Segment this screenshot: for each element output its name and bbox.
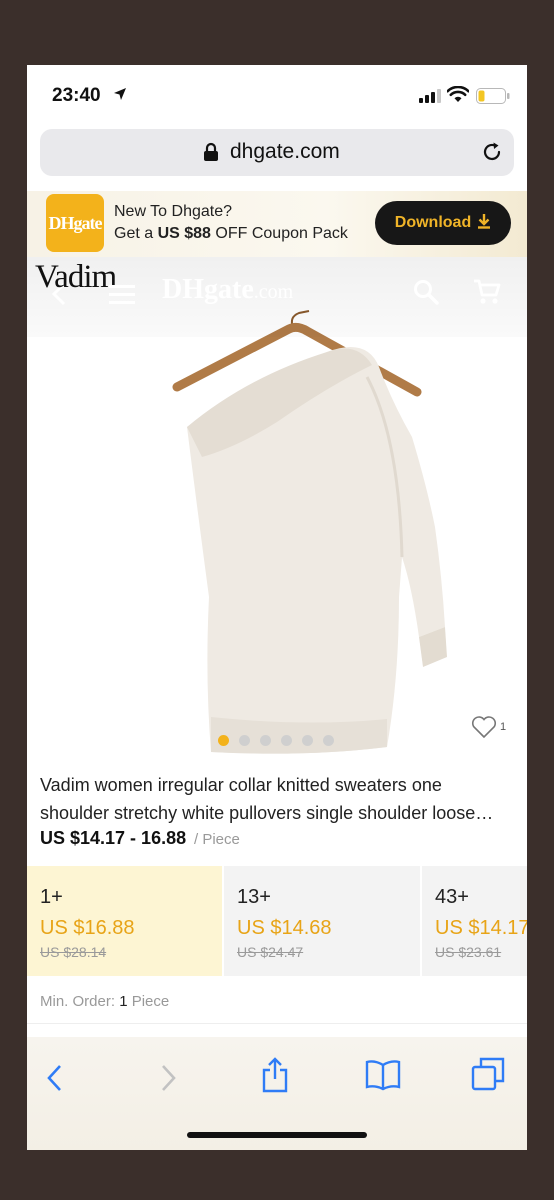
tier-original-price: US $24.47 bbox=[237, 944, 304, 960]
offer-suffix: OFF Coupon Pack bbox=[210, 225, 348, 242]
quantity-price-tiers: 1+ US $16.88 US $28.14 13+ US $14.68 US … bbox=[27, 866, 527, 976]
tier-quantity: 1+ bbox=[40, 886, 63, 908]
search-icon[interactable] bbox=[413, 279, 439, 310]
product-title: Vadim women irregular collar knitted swe… bbox=[40, 771, 520, 827]
offer-amount: US $88 bbox=[157, 225, 211, 242]
pagination-dot[interactable] bbox=[302, 735, 313, 746]
cart-icon[interactable] bbox=[473, 279, 501, 310]
dhgate-site-logo[interactable]: DHgate.com bbox=[162, 274, 293, 306]
browser-back-icon[interactable] bbox=[45, 1063, 65, 1098]
browser-forward-icon[interactable] bbox=[158, 1063, 178, 1098]
logo-suffix: .com bbox=[253, 281, 294, 303]
reload-icon[interactable] bbox=[481, 141, 503, 168]
min-order-label: Min. Order: bbox=[40, 993, 116, 1010]
tier-original-price: US $23.61 bbox=[435, 944, 502, 960]
favorite-count: 1 bbox=[500, 721, 507, 733]
logo-text: DHgate bbox=[48, 212, 103, 233]
app-download-banner: DHgate New To Dhgate? Get a US $88 OFF C… bbox=[27, 191, 527, 257]
tier-price: US $14.17 bbox=[435, 917, 527, 939]
price-tier[interactable]: 1+ US $16.88 US $28.14 bbox=[27, 866, 222, 976]
address-bar[interactable]: dhgate.com bbox=[40, 129, 514, 176]
tabs-icon[interactable] bbox=[471, 1057, 505, 1096]
pagination-dot[interactable] bbox=[323, 735, 334, 746]
min-order-unit: Piece bbox=[131, 993, 170, 1010]
product-image-gallery[interactable]: Vadim DHgate.com bbox=[27, 257, 527, 757]
divider bbox=[27, 1023, 527, 1024]
tier-original-price: US $28.14 bbox=[40, 944, 107, 960]
download-button[interactable]: Download bbox=[375, 201, 511, 245]
phone-screen: 23:40 dhgate.com DHgate New To Dhgate? G… bbox=[27, 65, 527, 1150]
offer-prefix: Get a bbox=[114, 225, 158, 242]
heart-icon[interactable] bbox=[471, 715, 497, 744]
brand-watermark: Vadim bbox=[35, 259, 117, 295]
site-nav-bar: Vadim DHgate.com bbox=[27, 257, 527, 337]
price-tier[interactable]: 43+ US $14.17 US $23.61 bbox=[422, 866, 527, 976]
gallery-pagination bbox=[218, 735, 334, 746]
location-arrow-icon bbox=[113, 87, 127, 106]
logo-main: DHgate bbox=[162, 274, 254, 305]
product-title-line: Vadim women irregular collar knitted swe… bbox=[40, 775, 442, 795]
status-time: 23:40 bbox=[52, 85, 101, 106]
bookmarks-icon[interactable] bbox=[365, 1059, 401, 1096]
tier-price: US $14.68 bbox=[237, 917, 332, 939]
wifi-icon bbox=[446, 85, 470, 109]
lock-icon bbox=[203, 142, 219, 167]
download-label: Download bbox=[394, 214, 472, 231]
price-range: US $14.17 - 16.88 bbox=[40, 828, 187, 848]
pagination-dot[interactable] bbox=[281, 735, 292, 746]
min-order-value: 1 bbox=[119, 993, 128, 1010]
menu-icon[interactable] bbox=[109, 283, 135, 310]
pagination-dot[interactable] bbox=[218, 735, 229, 746]
browser-toolbar bbox=[27, 1037, 527, 1150]
status-bar: 23:40 bbox=[27, 65, 527, 123]
share-icon[interactable] bbox=[260, 1057, 290, 1098]
signal-icon bbox=[419, 89, 441, 108]
tier-price: US $16.88 bbox=[40, 917, 135, 939]
url-text: dhgate.com bbox=[230, 140, 340, 163]
banner-headline: New To Dhgate? bbox=[114, 203, 232, 220]
product-title-line: shoulder stretchy white pullovers single… bbox=[40, 803, 494, 823]
tier-quantity: 43+ bbox=[435, 886, 469, 908]
pagination-dot[interactable] bbox=[260, 735, 271, 746]
minimum-order: Min. Order: 1 Piece bbox=[40, 993, 169, 1010]
download-icon bbox=[477, 213, 491, 234]
price-unit: / Piece bbox=[194, 831, 240, 848]
pagination-dot[interactable] bbox=[239, 735, 250, 746]
tier-quantity: 13+ bbox=[237, 886, 271, 908]
home-indicator[interactable] bbox=[187, 1132, 367, 1138]
battery-icon bbox=[476, 88, 510, 109]
banner-offer: Get a US $88 OFF Coupon Pack bbox=[114, 225, 348, 243]
price-tier[interactable]: 13+ US $14.68 US $24.47 bbox=[224, 866, 420, 976]
dhgate-app-logo: DHgate bbox=[46, 194, 104, 252]
